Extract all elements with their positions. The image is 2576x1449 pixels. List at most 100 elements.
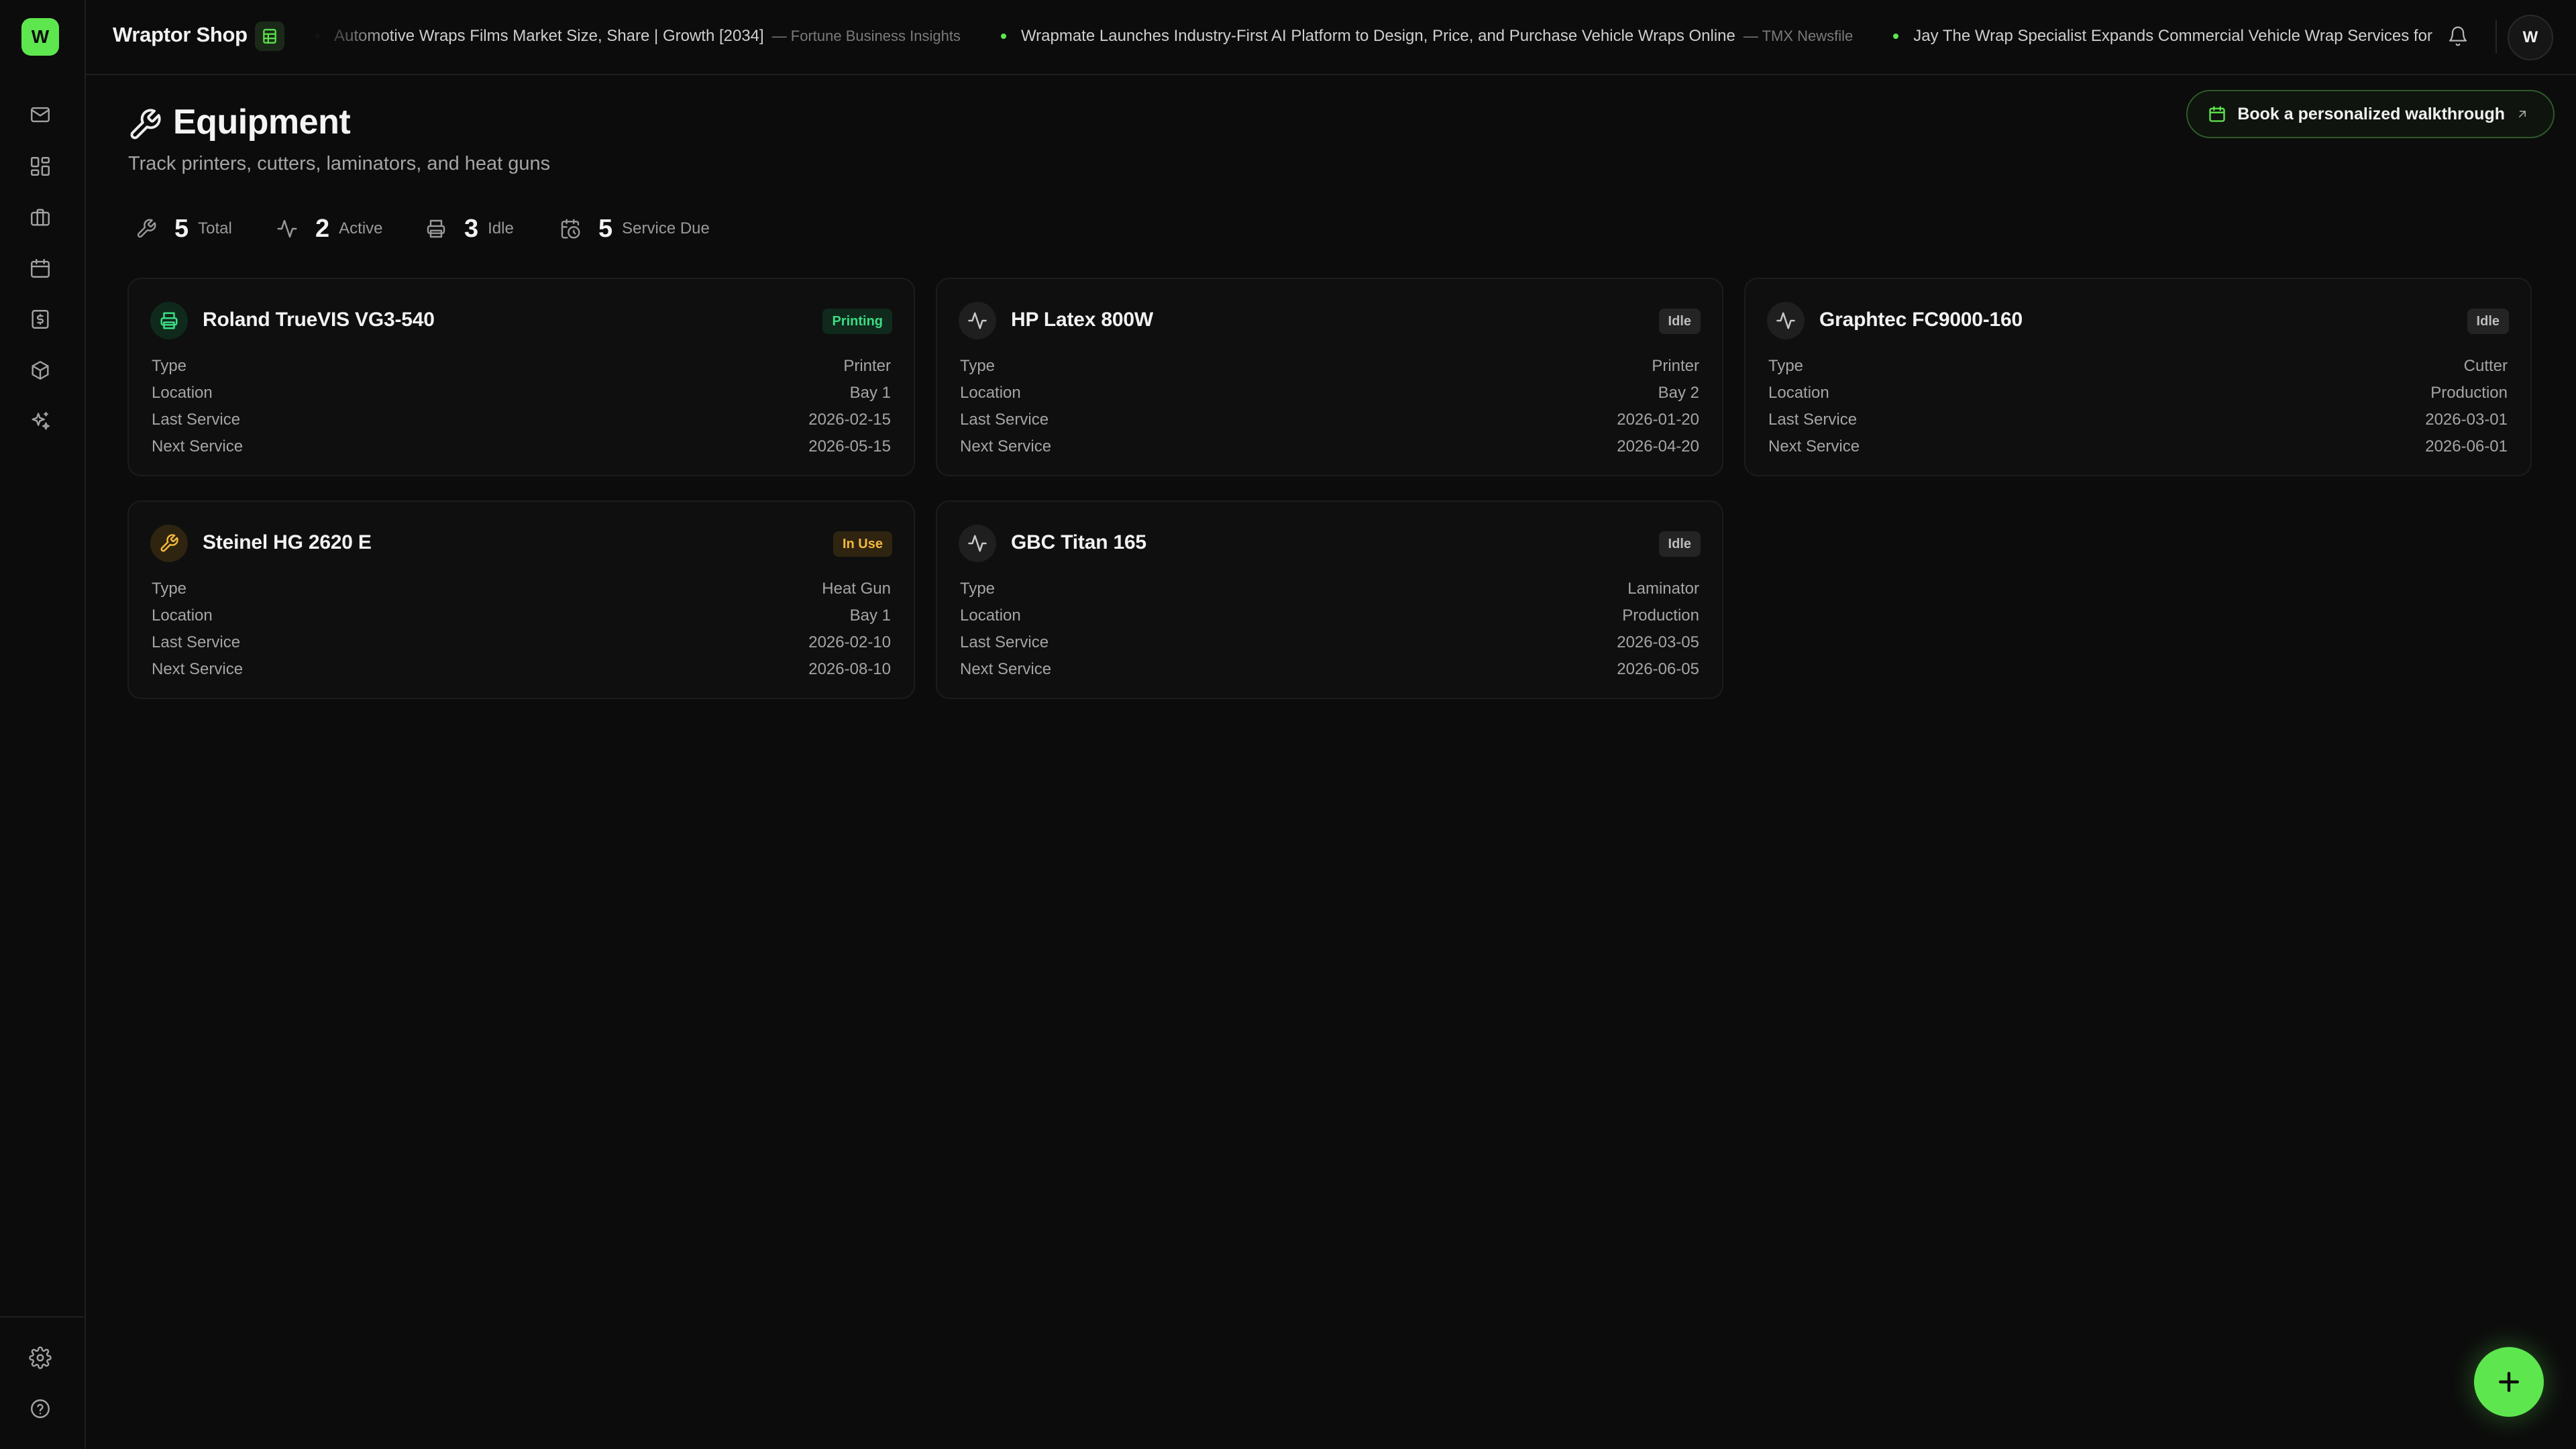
stat-label: Idle bbox=[488, 219, 514, 237]
row-value: 2026-01-20 bbox=[1617, 411, 1699, 429]
activity-pulse-icon bbox=[1767, 302, 1805, 339]
row-value: 2026-02-10 bbox=[808, 633, 891, 651]
row-value: Production bbox=[2430, 384, 2508, 402]
row-value: 2026-05-15 bbox=[808, 437, 891, 455]
detail-row-location: Location Bay 1 bbox=[152, 381, 891, 405]
row-value: 2026-03-01 bbox=[2425, 411, 2508, 429]
row-value: 2026-03-05 bbox=[1617, 633, 1699, 651]
equipment-card[interactable]: Steinel HG 2620 E In Use Type Heat Gun L… bbox=[127, 500, 915, 699]
ticker-source: — TMX Newsfile bbox=[1743, 28, 1854, 44]
ticker-item[interactable]: Automotive Wraps Films Market Size, Shar… bbox=[314, 27, 961, 46]
detail-row-last-service: Last Service 2026-02-15 bbox=[152, 408, 891, 432]
printer-icon bbox=[150, 302, 188, 339]
calendar-clock-icon bbox=[558, 217, 582, 241]
calendar-icon[interactable] bbox=[27, 255, 54, 282]
detail-row-type: Type Printer bbox=[152, 354, 891, 378]
row-label: Type bbox=[960, 580, 996, 598]
row-label: Next Service bbox=[1768, 437, 1860, 455]
row-value: Production bbox=[1622, 606, 1699, 625]
shop-name[interactable]: Wraptor Shop bbox=[113, 23, 248, 47]
ticker-dot bbox=[314, 34, 319, 39]
ticker-item[interactable]: Jay The Wrap Specialist Expands Commerci… bbox=[1893, 27, 2440, 46]
stat-service-due: 5 Service Due bbox=[558, 212, 710, 246]
row-label: Location bbox=[1768, 384, 1829, 402]
top-bar-separator bbox=[2496, 20, 2497, 54]
stat-value: 5 bbox=[598, 214, 613, 243]
plus-icon bbox=[2498, 1371, 2520, 1393]
detail-row-last-service: Last Service 2026-02-10 bbox=[152, 631, 891, 655]
row-label: Next Service bbox=[960, 437, 1052, 455]
dashboard-grid-icon[interactable] bbox=[27, 153, 54, 180]
stat-idle: 3 Idle bbox=[424, 212, 514, 246]
stat-active: 2 Active bbox=[275, 212, 383, 246]
row-value: 2026-06-05 bbox=[1617, 660, 1699, 678]
detail-row-location: Location Bay 2 bbox=[960, 381, 1699, 405]
row-label: Last Service bbox=[960, 411, 1049, 429]
row-value: Heat Gun bbox=[822, 580, 891, 598]
row-value: Printer bbox=[843, 357, 891, 375]
detail-row-last-service: Last Service 2026-01-20 bbox=[960, 408, 1699, 432]
equipment-card[interactable]: Graphtec FC9000-160 Idle Type Cutter Loc… bbox=[1744, 278, 2532, 476]
bell-icon[interactable] bbox=[2445, 23, 2471, 50]
row-label: Location bbox=[152, 384, 213, 402]
status-badge: In Use bbox=[833, 531, 892, 557]
spreadsheet-icon[interactable] bbox=[255, 21, 284, 51]
page-subtitle: Track printers, cutters, laminators, and… bbox=[128, 153, 551, 174]
mail-icon[interactable] bbox=[27, 101, 54, 128]
row-label: Type bbox=[152, 357, 187, 375]
equipment-name: Graphtec FC9000-160 bbox=[1819, 309, 2023, 331]
add-equipment-button[interactable] bbox=[2474, 1347, 2544, 1417]
package-box-icon[interactable] bbox=[27, 357, 54, 384]
status-badge: Printing bbox=[822, 309, 892, 334]
detail-row-location: Location Production bbox=[1768, 381, 2508, 405]
detail-row-next-service: Next Service 2026-08-10 bbox=[152, 657, 891, 682]
ticker-item[interactable]: Wrapmate Launches Industry-First AI Plat… bbox=[1000, 27, 1854, 46]
detail-row-location: Location Bay 1 bbox=[152, 604, 891, 628]
book-walkthrough-button[interactable]: Book a personalized walkthrough bbox=[2186, 90, 2555, 138]
avatar[interactable]: W bbox=[2508, 15, 2553, 60]
equipment-name: GBC Titan 165 bbox=[1011, 531, 1146, 553]
row-label: Last Service bbox=[960, 633, 1049, 651]
equipment-card[interactable]: GBC Titan 165 Idle Type Laminator Locati… bbox=[936, 500, 1723, 699]
briefcase-icon[interactable] bbox=[27, 204, 54, 231]
equipment-card[interactable]: Roland TrueVIS VG3-540 Printing Type Pri… bbox=[127, 278, 915, 476]
row-label: Next Service bbox=[152, 437, 244, 455]
ticker-headline: Jay The Wrap Specialist Expands Commerci… bbox=[1913, 27, 2432, 45]
detail-row-type: Type Laminator bbox=[960, 577, 1699, 601]
row-label: Next Service bbox=[152, 660, 244, 678]
sparkles-icon[interactable] bbox=[27, 408, 54, 435]
stat-label: Active bbox=[339, 219, 383, 237]
sidebar: W bbox=[0, 0, 86, 1449]
row-value: Printer bbox=[1652, 357, 1699, 375]
activity-pulse-icon bbox=[959, 525, 996, 562]
row-label: Location bbox=[152, 606, 213, 625]
status-badge: Idle bbox=[1658, 531, 1701, 557]
row-label: Type bbox=[960, 357, 996, 375]
walkthrough-label: Book a personalized walkthrough bbox=[2237, 104, 2505, 123]
row-value: Bay 1 bbox=[849, 606, 891, 625]
row-label: Next Service bbox=[960, 660, 1052, 678]
ticker-dot bbox=[1000, 34, 1006, 39]
detail-row-location: Location Production bbox=[960, 604, 1699, 628]
row-label: Location bbox=[960, 384, 1021, 402]
wrench-icon bbox=[127, 107, 162, 142]
status-badge: Idle bbox=[2467, 309, 2509, 334]
app-logo[interactable]: W bbox=[21, 18, 59, 56]
ticker-dot bbox=[1893, 34, 1899, 39]
news-ticker: Automotive Wraps Films Market Size, Shar… bbox=[314, 0, 2508, 74]
detail-row-next-service: Next Service 2026-06-05 bbox=[960, 657, 1699, 682]
row-label: Last Service bbox=[1768, 411, 1858, 429]
help-circle-icon[interactable] bbox=[27, 1395, 54, 1422]
row-value: Cutter bbox=[2463, 357, 2508, 375]
detail-row-last-service: Last Service 2026-03-05 bbox=[960, 631, 1699, 655]
equipment-name: HP Latex 800W bbox=[1011, 309, 1153, 331]
equipment-card[interactable]: HP Latex 800W Idle Type Printer Location… bbox=[936, 278, 1723, 476]
invoice-dollar-icon[interactable] bbox=[27, 306, 54, 333]
detail-row-next-service: Next Service 2026-05-15 bbox=[152, 435, 891, 459]
gear-icon[interactable] bbox=[27, 1344, 54, 1371]
printer-icon bbox=[424, 217, 448, 241]
detail-row-next-service: Next Service 2026-06-01 bbox=[1768, 435, 2508, 459]
detail-row-type: Type Printer bbox=[960, 354, 1699, 378]
equipment-name: Roland TrueVIS VG3-540 bbox=[203, 309, 435, 331]
equipment-name: Steinel HG 2620 E bbox=[203, 531, 372, 553]
